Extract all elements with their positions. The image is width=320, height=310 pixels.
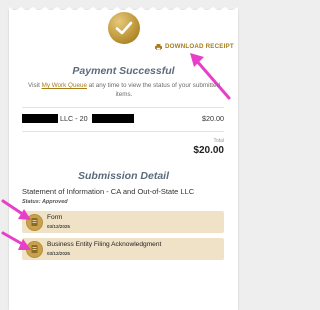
filing-name: Statement of Information - CA and Out-of… bbox=[22, 187, 195, 196]
redacted-block bbox=[92, 114, 134, 123]
total-value: $20.00 bbox=[193, 145, 224, 156]
redacted-block bbox=[22, 114, 58, 123]
divider bbox=[22, 107, 224, 108]
success-check-badge-icon bbox=[108, 12, 140, 44]
total-label: Total bbox=[213, 138, 224, 144]
annotation-arrow-form bbox=[1, 199, 31, 220]
document-item-acknowledgment[interactable]: Business Entity Filing Acknowledgment 03… bbox=[22, 238, 224, 260]
document-date: 03/12/2025 bbox=[47, 251, 70, 256]
printer-icon bbox=[155, 43, 162, 50]
line-item-name: LLC - 20 bbox=[60, 114, 88, 123]
payment-success-title: Payment Successful bbox=[72, 65, 175, 77]
document-date: 03/12/2025 bbox=[47, 224, 70, 229]
line-item-price: $20.00 bbox=[202, 114, 224, 123]
receipt-zigzag-edge bbox=[9, 7, 238, 12]
document-item-form[interactable]: Form 03/12/2025 bbox=[22, 211, 224, 233]
my-work-queue-link[interactable]: My Work Queue bbox=[42, 82, 87, 89]
divider bbox=[22, 131, 224, 132]
document-name[interactable]: Business Entity Filing Acknowledgment bbox=[47, 241, 161, 248]
submission-detail-title: Submission Detail bbox=[77, 170, 170, 182]
document-name[interactable]: Form bbox=[47, 214, 62, 221]
annotation-arrow-acknowledgment bbox=[1, 231, 31, 250]
visit-message: Visit My Work Queue at any time to view … bbox=[28, 82, 220, 98]
